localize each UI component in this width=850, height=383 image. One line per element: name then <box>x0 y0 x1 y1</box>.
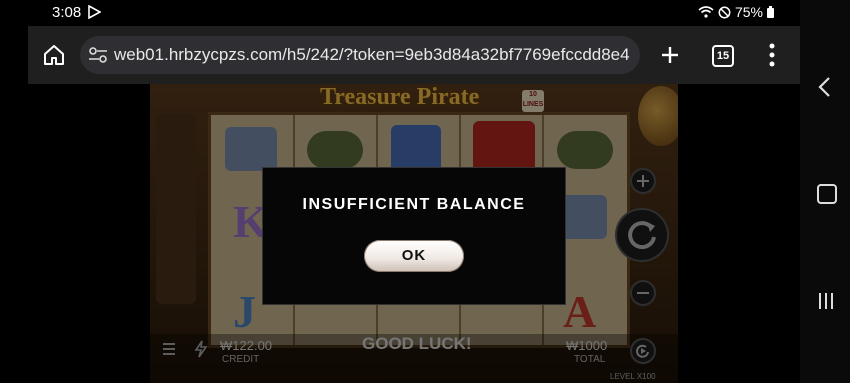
browser-toolbar: web01.hrbzycpzs.com/h5/242/?token=9eb3d8… <box>28 26 800 84</box>
wifi-icon <box>698 6 714 18</box>
status-right: 75% <box>698 4 774 20</box>
url-text[interactable]: web01.hrbzycpzs.com/h5/242/?token=9eb3d8… <box>114 45 630 65</box>
status-time: 3:08 <box>52 4 82 21</box>
insufficient-balance-dialog: INSUFFICIENT BALANCE OK <box>262 167 566 305</box>
dialog-title: INSUFFICIENT BALANCE <box>302 196 526 213</box>
recent-apps-icon[interactable] <box>817 291 835 311</box>
home-icon[interactable] <box>42 43 66 67</box>
site-settings-icon[interactable] <box>88 46 108 64</box>
back-icon[interactable] <box>816 76 834 98</box>
system-navigation-bar <box>800 0 850 383</box>
battery-percent: 75% <box>734 4 763 20</box>
battery-icon <box>767 6 774 18</box>
play-store-icon <box>88 5 101 19</box>
nav-home-button[interactable] <box>817 184 837 204</box>
address-bar[interactable]: web01.hrbzycpzs.com/h5/242/?token=9eb3d8… <box>80 36 640 74</box>
more-menu-icon[interactable] <box>768 42 776 68</box>
tab-switcher-button[interactable]: 15 <box>712 45 734 67</box>
status-bar: 3:08 75% <box>0 0 800 26</box>
ok-button[interactable]: OK <box>364 240 464 272</box>
new-tab-icon[interactable] <box>656 41 684 69</box>
do-not-disturb-icon <box>718 6 731 18</box>
